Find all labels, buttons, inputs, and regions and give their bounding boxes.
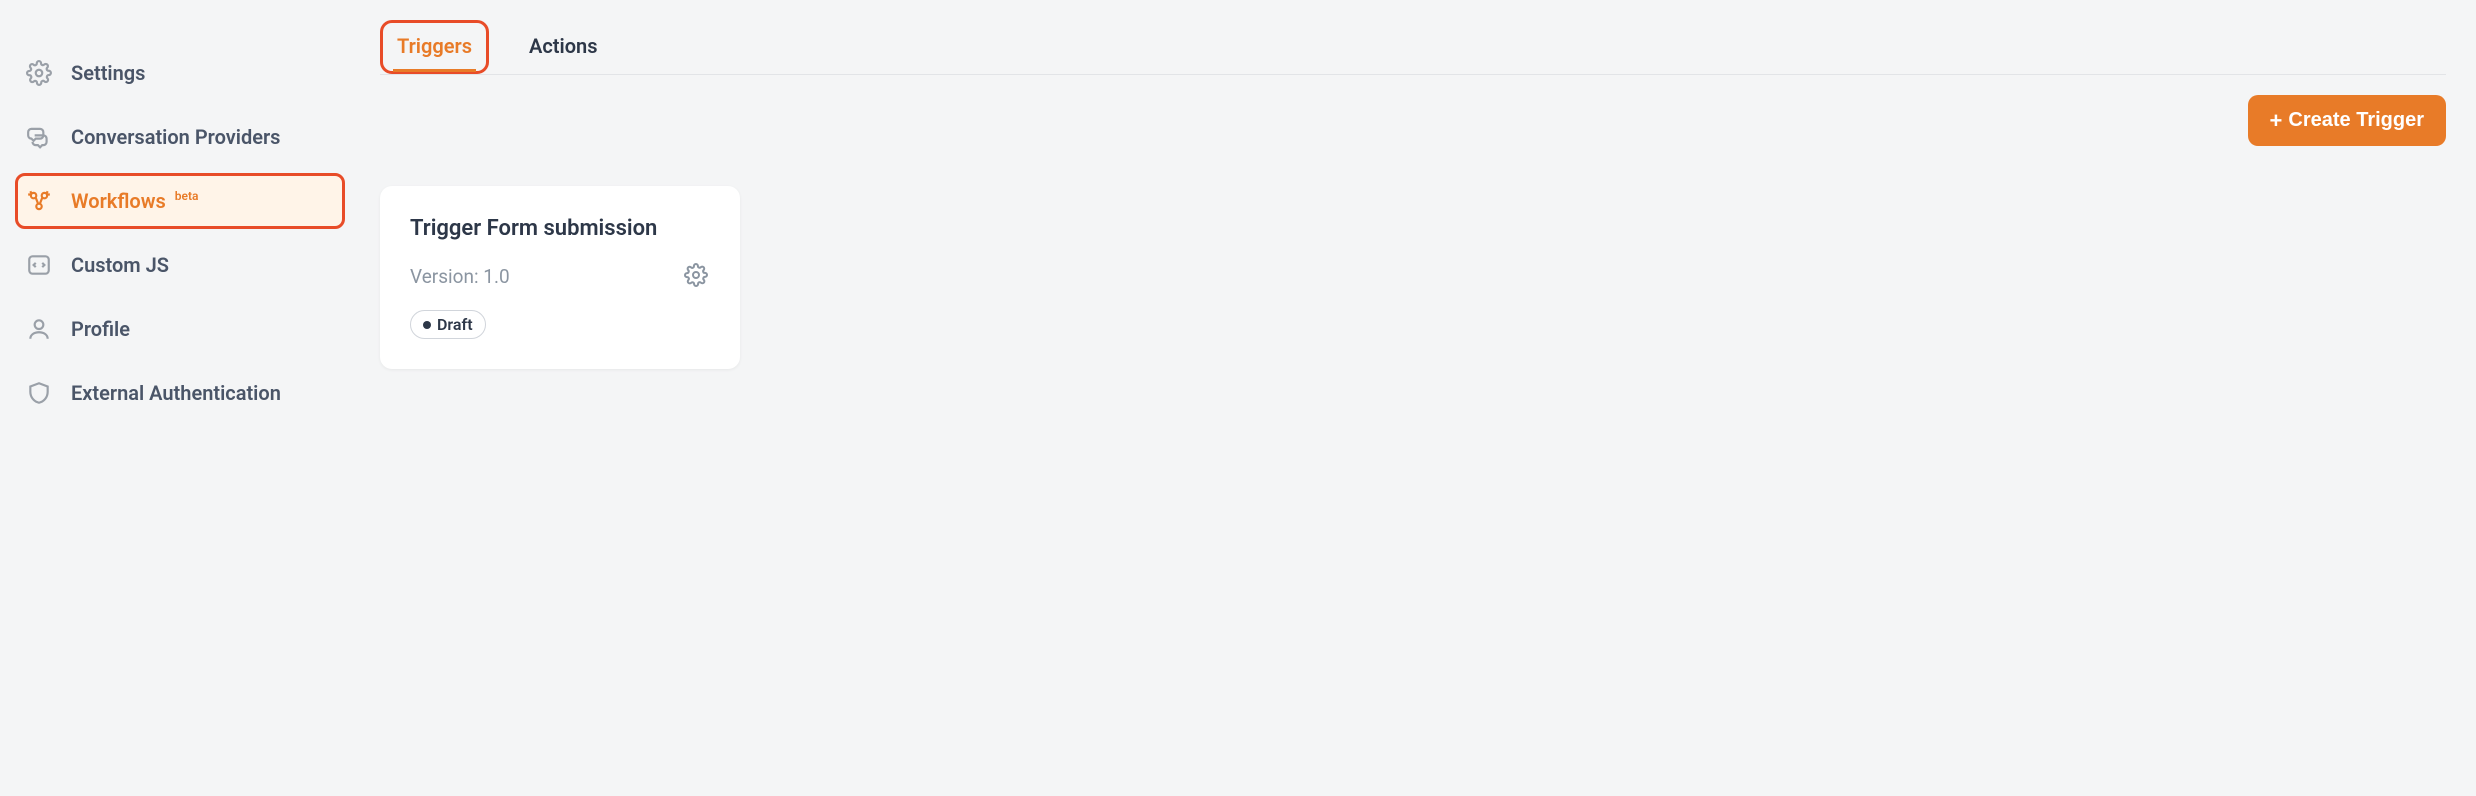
shield-icon	[25, 379, 53, 407]
beta-badge: beta	[175, 189, 199, 203]
status-badge: Draft	[410, 310, 486, 339]
gear-icon	[684, 263, 708, 290]
sidebar-item-label: Settings	[71, 61, 145, 85]
app-layout: Settings Conversation Providers Workflow…	[0, 0, 2476, 796]
chat-icon	[25, 123, 53, 151]
sidebar-item-label: External Authentication	[71, 381, 281, 405]
sidebar-item-settings[interactable]: Settings	[15, 45, 345, 101]
card-title: Trigger Form submission	[410, 216, 710, 241]
tabs: Triggers Actions	[380, 20, 2446, 75]
status-dot-icon	[423, 321, 431, 329]
status-text: Draft	[437, 315, 473, 334]
sidebar-item-profile[interactable]: Profile	[15, 301, 345, 357]
gear-icon	[25, 59, 53, 87]
plus-icon: +	[2270, 110, 2283, 132]
tab-actions[interactable]: Actions	[519, 20, 607, 74]
trigger-card[interactable]: Trigger Form submission Version: 1.0 Dra…	[380, 186, 740, 369]
sidebar-item-conversation-providers[interactable]: Conversation Providers	[15, 109, 345, 165]
card-settings-button[interactable]	[682, 261, 710, 292]
workflow-icon	[25, 187, 53, 215]
create-trigger-button[interactable]: + Create Trigger	[2248, 95, 2446, 146]
tab-triggers[interactable]: Triggers	[380, 20, 489, 74]
sidebar-item-label: Workflows beta	[71, 189, 198, 213]
sidebar-item-label: Profile	[71, 317, 130, 341]
toolbar: + Create Trigger	[380, 75, 2446, 176]
tab-label: Actions	[529, 34, 597, 58]
card-meta: Version: 1.0	[410, 261, 710, 292]
main-content: Triggers Actions + Create Trigger Trigge…	[360, 0, 2476, 796]
sidebar-item-label: Custom JS	[71, 253, 169, 277]
create-button-label: Create Trigger	[2288, 109, 2424, 132]
sidebar-item-workflows[interactable]: Workflows beta	[15, 173, 345, 229]
code-icon	[25, 251, 53, 279]
version-text: Version: 1.0	[410, 265, 510, 288]
sidebar-item-external-authentication[interactable]: External Authentication	[15, 365, 345, 421]
sidebar: Settings Conversation Providers Workflow…	[0, 0, 360, 796]
tab-label: Triggers	[397, 34, 472, 58]
sidebar-item-label: Conversation Providers	[71, 125, 280, 149]
sidebar-item-custom-js[interactable]: Custom JS	[15, 237, 345, 293]
user-icon	[25, 315, 53, 343]
trigger-cards: Trigger Form submission Version: 1.0 Dra…	[380, 176, 2446, 369]
sidebar-item-text: Workflows	[71, 189, 166, 213]
